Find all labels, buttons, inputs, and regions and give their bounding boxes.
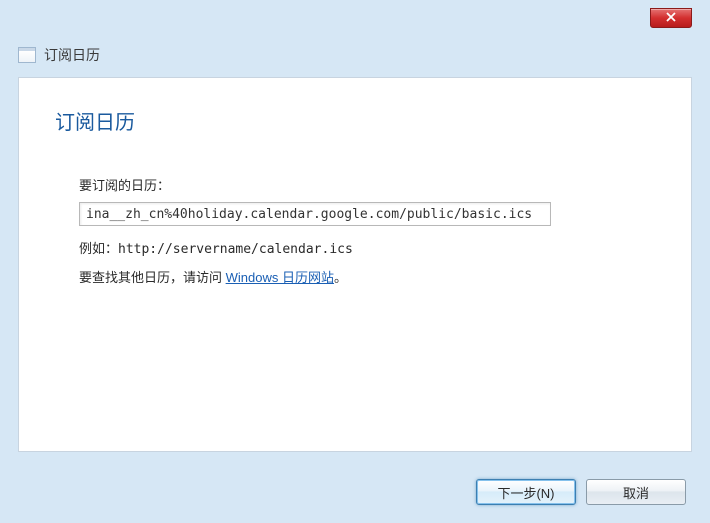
calendar-url-input[interactable] bbox=[79, 202, 551, 226]
help-line: 要查找其他日历，请访问 Windows 日历网站。 bbox=[79, 267, 655, 286]
calendar-icon bbox=[18, 47, 36, 63]
cancel-button[interactable]: 取消 bbox=[586, 479, 686, 505]
window-title: 订阅日历 bbox=[44, 45, 100, 65]
windows-calendar-link[interactable]: Windows 日历网站 bbox=[226, 270, 334, 285]
next-button[interactable]: 下一步(N) bbox=[476, 479, 576, 505]
content-panel: 订阅日历 要订阅的日历： 例如：http://servername/calend… bbox=[18, 77, 692, 452]
button-bar: 下一步(N) 取消 bbox=[476, 479, 686, 505]
title-bar: 订阅日历 bbox=[0, 0, 710, 77]
help-suffix: 。 bbox=[334, 270, 347, 285]
help-prefix: 要查找其他日历，请访问 bbox=[79, 270, 226, 285]
close-icon bbox=[666, 11, 676, 25]
close-button[interactable] bbox=[650, 8, 692, 28]
example-text: 例如：http://servername/calendar.ics bbox=[79, 238, 655, 257]
page-heading: 订阅日历 bbox=[55, 106, 655, 135]
url-field-label: 要订阅的日历： bbox=[79, 175, 655, 194]
